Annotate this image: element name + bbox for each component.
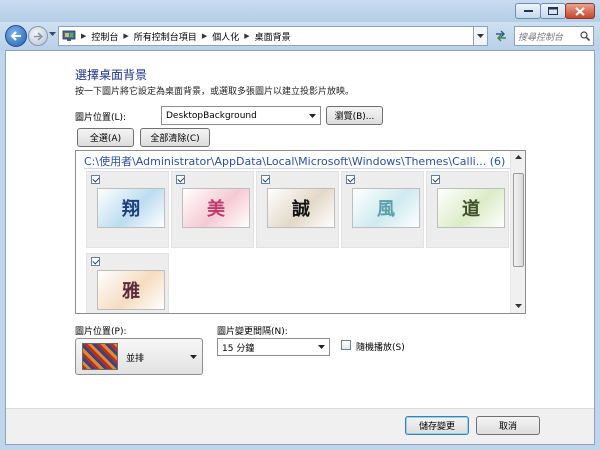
picture-tile[interactable]: 誠: [256, 171, 339, 248]
search-placeholder: 搜尋控制台: [518, 32, 564, 43]
breadcrumb-separator-icon: ▶: [244, 32, 250, 40]
navigation-bar: ▶ 控制台 ▶ 所有控制台項目 ▶ 個人化 ▶ 桌面背景 搜尋控制台: [0, 22, 600, 50]
breadcrumb-desktop-background[interactable]: 桌面背景: [252, 30, 294, 43]
content-panel: 選擇桌面背景 按一下圖片將它設定為桌面背景，或選取多張圖片以建立投影片放映。 圖…: [5, 50, 595, 445]
picture-thumbnail[interactable]: 翔: [97, 188, 165, 228]
breadcrumb-separator-icon: ▶: [201, 32, 208, 40]
calligraphy-glyph: 風: [377, 199, 395, 220]
calligraphy-glyph: 翔: [122, 199, 140, 220]
interval-combo[interactable]: 15 分鐘: [217, 338, 330, 356]
interval-label: 圖片變更間隔(N):: [217, 327, 288, 337]
picture-checkbox[interactable]: [261, 175, 270, 184]
calligraphy-glyph: 道: [462, 199, 480, 220]
picture-position-dropdown[interactable]: 並排: [75, 338, 203, 375]
page-description: 按一下圖片將它設定為桌面背景，或選取多張圖片以建立投影片放映。: [75, 87, 355, 97]
address-dropdown-button[interactable]: [474, 26, 488, 46]
save-changes-button[interactable]: 儲存變更: [405, 416, 469, 435]
page-title: 選擇桌面背景: [75, 68, 148, 82]
search-icon[interactable]: [580, 31, 590, 41]
breadcrumb-personalization[interactable]: 個人化: [209, 30, 242, 43]
picture-position-label: 圖片位置(P):: [75, 327, 127, 337]
picture-checkbox[interactable]: [346, 175, 355, 184]
footer-bar: 儲存變更 取消: [6, 408, 594, 444]
vertical-scrollbar[interactable]: [510, 151, 525, 313]
minimize-icon: [523, 10, 533, 12]
breadcrumb-separator-icon: ▶: [123, 32, 129, 40]
picture-checkbox[interactable]: [431, 175, 440, 184]
scroll-up-icon[interactable]: [515, 155, 522, 159]
scroll-down-icon[interactable]: [515, 304, 522, 308]
picture-thumbnail[interactable]: 風: [352, 188, 420, 228]
refresh-icon: [496, 30, 506, 42]
picture-tile[interactable]: 風: [341, 171, 424, 248]
picture-tile[interactable]: 雅: [86, 253, 169, 313]
breadcrumb-separator-icon: ▶: [81, 32, 87, 40]
shuffle-checkbox[interactable]: [341, 340, 351, 350]
picture-thumbnail[interactable]: 雅: [97, 270, 165, 310]
close-icon: [575, 6, 585, 16]
picture-location-value: DesktopBackground: [166, 110, 257, 121]
calligraphy-glyph: 誠: [292, 199, 310, 220]
calligraphy-glyph: 雅: [122, 281, 140, 302]
select-all-button[interactable]: 全選(A): [77, 128, 134, 147]
picture-position-value: 並排: [126, 354, 145, 364]
clear-all-button[interactable]: 全部清除(C): [140, 128, 210, 147]
picture-location-label: 圖片位置(L):: [75, 113, 127, 123]
chevron-down-icon: [477, 34, 484, 38]
picture-tile[interactable]: 翔: [86, 171, 169, 248]
picture-thumbnail[interactable]: 美: [182, 188, 250, 228]
chevron-down-icon: [318, 345, 325, 349]
minimize-button[interactable]: [515, 3, 541, 19]
search-input[interactable]: 搜尋控制台: [514, 26, 594, 46]
calligraphy-glyph: 美: [207, 199, 225, 220]
back-button[interactable]: [5, 25, 27, 47]
maximize-icon: [548, 7, 558, 15]
refresh-button[interactable]: [492, 26, 510, 46]
interval-value: 15 分鐘: [222, 343, 255, 354]
picture-checkbox[interactable]: [91, 257, 100, 266]
background-picture-list[interactable]: C:\使用者\Administrator\AppData\Local\Micro…: [75, 150, 526, 314]
picture-checkbox[interactable]: [91, 175, 100, 184]
picture-thumbnail[interactable]: 道: [437, 188, 505, 228]
browse-button[interactable]: 瀏覽(B)...: [326, 106, 383, 125]
breadcrumb-all-items[interactable]: 所有控制台項目: [131, 30, 200, 43]
picture-tile[interactable]: 美: [171, 171, 254, 248]
close-button[interactable]: [565, 3, 595, 19]
address-box[interactable]: ▶ 控制台 ▶ 所有控制台項目 ▶ 個人化 ▶ 桌面背景: [58, 26, 474, 46]
cancel-button[interactable]: 取消: [476, 416, 540, 435]
position-preview-thumbnail: [82, 343, 118, 370]
maximize-button[interactable]: [540, 3, 566, 19]
breadcrumb-control-panel[interactable]: 控制台: [88, 30, 121, 43]
shuffle-label[interactable]: 隨機播放(S): [356, 340, 405, 353]
picture-checkbox[interactable]: [176, 175, 185, 184]
picture-location-combo[interactable]: DesktopBackground: [161, 106, 321, 125]
group-header-divider: [84, 168, 510, 169]
chevron-down-icon: [190, 355, 197, 359]
picture-tile[interactable]: 道: [426, 171, 509, 248]
title-bar: [0, 0, 600, 22]
scroll-thumb[interactable]: [513, 173, 524, 267]
arrow-left-icon: [10, 31, 21, 41]
recent-pages-dropdown-icon[interactable]: [49, 32, 56, 37]
forward-button[interactable]: [28, 26, 48, 46]
chevron-down-icon: [309, 113, 316, 118]
group-header[interactable]: C:\使用者\Administrator\AppData\Local\Micro…: [84, 153, 505, 169]
control-panel-icon: [62, 30, 76, 42]
arrow-right-icon: [33, 31, 43, 41]
picture-thumbnail[interactable]: 誠: [267, 188, 335, 228]
